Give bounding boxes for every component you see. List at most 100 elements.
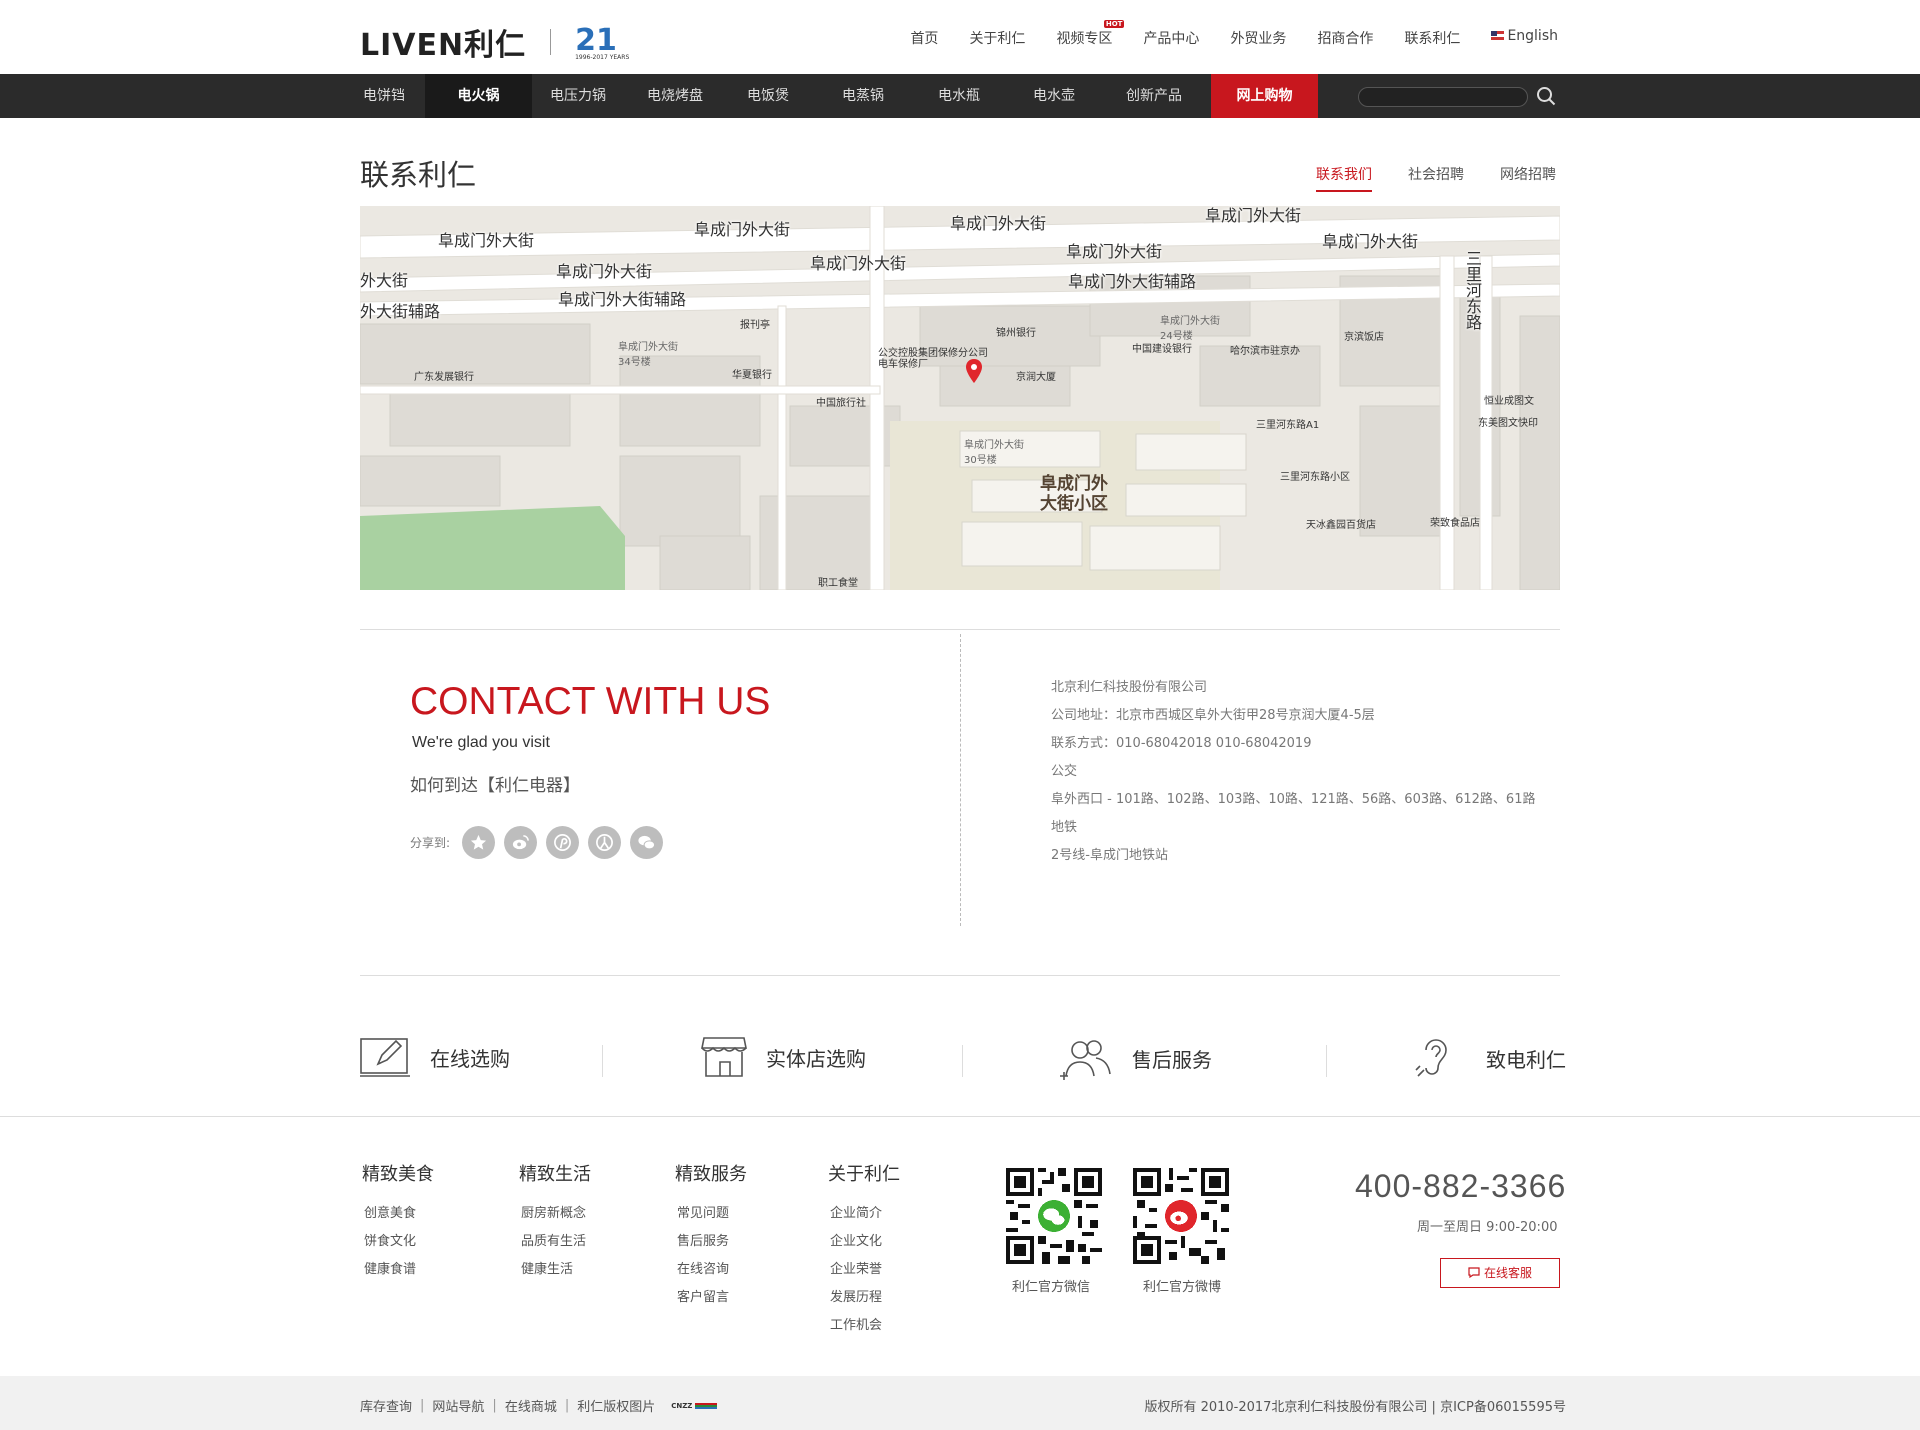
cat-item[interactable]: 电压力锅 bbox=[535, 74, 621, 118]
wechat-icon[interactable] bbox=[630, 826, 664, 859]
footer-link[interactable]: 健康食谱 bbox=[362, 1256, 434, 1284]
contact-info: 北京利仁科技股份有限公司 公司地址：北京市西城区阜外大街甲28号京润大厦4-5层… bbox=[1051, 674, 1535, 870]
service-call[interactable]: 致电利仁 bbox=[1414, 1036, 1566, 1080]
weibo-icon[interactable] bbox=[504, 826, 538, 859]
cat-item[interactable]: 电水壶 bbox=[1016, 74, 1092, 118]
renren-icon[interactable] bbox=[588, 826, 622, 859]
map-poi: 阜成门外大街34号楼 bbox=[618, 342, 678, 368]
company-name: 北京利仁科技股份有限公司 bbox=[1051, 680, 1208, 695]
subnav-online-recruit[interactable]: 网络招聘 bbox=[1500, 164, 1556, 184]
chat-icon bbox=[1468, 1267, 1480, 1279]
footer-link[interactable]: 饼食文化 bbox=[362, 1228, 434, 1256]
nav-business[interactable]: 招商合作 bbox=[1317, 28, 1373, 48]
service-store-buy[interactable]: 实体店选购 bbox=[700, 1036, 866, 1078]
footer-link[interactable]: 企业简介 bbox=[828, 1200, 900, 1228]
cat-item[interactable]: 电饭煲 bbox=[730, 74, 806, 118]
map-poi: 恒业成图文 bbox=[1484, 396, 1534, 407]
search-icon[interactable] bbox=[1536, 86, 1556, 106]
cnzz-badge[interactable]: CNZZ bbox=[671, 1401, 718, 1410]
footer-link[interactable]: 品质有生活 bbox=[519, 1228, 591, 1256]
map-road-label: 三里河东路 bbox=[1463, 250, 1482, 330]
cat-item-active[interactable]: 电火锅 bbox=[425, 74, 532, 118]
nav-video[interactable]: 视频专区 HOT bbox=[1056, 20, 1125, 48]
footer-link[interactable]: 企业荣誉 bbox=[828, 1256, 900, 1284]
copyright: 版权所有 2010-2017北京利仁科技股份有限公司 | 京ICP备060155… bbox=[1144, 1400, 1566, 1415]
anniversary-logo: 21 1996-2017 YEARS bbox=[575, 23, 629, 61]
cat-item[interactable]: 电饼铛 bbox=[346, 74, 422, 118]
logo-divider bbox=[550, 29, 552, 55]
nav-video-label: 视频专区 bbox=[1056, 31, 1113, 47]
map[interactable]: 阜成门外大街 阜成门外大街 阜成门外大街 阜成门外大街 阜成门外大街 阜成门外大… bbox=[360, 206, 1560, 590]
footer-col-food: 精致美食 创意美食 饼食文化 健康食谱 bbox=[362, 1160, 434, 1284]
bottom-link[interactable]: 网站导航 bbox=[432, 1396, 484, 1415]
company-address: 公司地址：北京市西城区阜外大街甲28号京润大厦4-5层 bbox=[1051, 708, 1375, 723]
divider bbox=[602, 1045, 603, 1077]
footer-link[interactable]: 企业文化 bbox=[828, 1228, 900, 1256]
anniversary-sub: 1996-2017 YEARS bbox=[575, 54, 630, 61]
service-aftersale[interactable]: 售后服务 bbox=[1058, 1036, 1212, 1080]
subnav-contact-us[interactable]: 联系我们 bbox=[1316, 164, 1372, 192]
hotline: 400-882-3366 bbox=[1355, 1168, 1567, 1204]
nav-home[interactable]: 首页 bbox=[910, 28, 938, 48]
map-poi: 天冰鑫园百货店 bbox=[1306, 520, 1376, 531]
map-poi: 中国建设银行 bbox=[1132, 344, 1192, 355]
anniversary-number: 21 bbox=[575, 23, 617, 58]
company-phone: 联系方式：010-68042018 010-68042019 bbox=[1051, 736, 1312, 751]
cat-item[interactable]: 电水瓶 bbox=[921, 74, 997, 118]
footer-link[interactable]: 在线咨询 bbox=[675, 1256, 747, 1284]
category-bar: 电饼铛 电火锅 电压力锅 电烧烤盘 电饭煲 电蒸锅 电水瓶 电水壶 创新产品 网… bbox=[0, 74, 1920, 118]
map-poi: 报刊亭 bbox=[740, 320, 770, 331]
star-icon[interactable] bbox=[462, 826, 496, 859]
shop-button[interactable]: 网上购物 bbox=[1211, 74, 1318, 118]
search-input[interactable] bbox=[1358, 87, 1528, 107]
nav-contact[interactable]: 联系利仁 bbox=[1404, 28, 1460, 48]
footer-link[interactable]: 发展历程 bbox=[828, 1284, 900, 1312]
map-poi: 中国旅行社 bbox=[816, 398, 866, 409]
pinterest-icon[interactable] bbox=[546, 826, 580, 859]
cnzz-label: CNZZ bbox=[671, 1401, 693, 1410]
bottom-link[interactable]: 库存查询 bbox=[360, 1396, 412, 1415]
nav-about[interactable]: 关于利仁 bbox=[969, 28, 1025, 48]
map-pin-icon[interactable] bbox=[964, 358, 984, 384]
cat-item[interactable]: 电烧烤盘 bbox=[630, 74, 720, 118]
page-title: 联系利仁 bbox=[360, 158, 477, 192]
subway-heading: 地铁 bbox=[1051, 820, 1078, 835]
bus-heading: 公交 bbox=[1051, 764, 1078, 779]
nav-english[interactable]: English bbox=[1491, 28, 1558, 48]
bottom-bar bbox=[0, 1376, 1920, 1430]
footer-link[interactable]: 创意美食 bbox=[362, 1200, 434, 1228]
service-online-buy[interactable]: 在线选购 bbox=[360, 1036, 510, 1078]
users-icon bbox=[1060, 1040, 1111, 1080]
nav-products[interactable]: 产品中心 bbox=[1143, 28, 1199, 48]
share-bar: 分享到: bbox=[410, 826, 664, 859]
logo[interactable]: LIVEN利仁 21 1996-2017 YEARS bbox=[360, 20, 629, 64]
divider bbox=[962, 1045, 963, 1077]
cat-item[interactable]: 电蒸锅 bbox=[825, 74, 901, 118]
bottom-link[interactable]: 在线商城 bbox=[505, 1396, 557, 1415]
separator: | bbox=[492, 1398, 497, 1413]
map-road-label: 外大街辅路 bbox=[360, 302, 441, 321]
online-service-button[interactable]: 在线客服 bbox=[1440, 1258, 1560, 1288]
footer-col-title: 精致服务 bbox=[675, 1164, 747, 1185]
footer-link[interactable]: 客户留言 bbox=[675, 1284, 747, 1312]
map-poi: 东美图文快印 bbox=[1478, 418, 1538, 429]
how-to-arrive: 如何到达【利仁电器】 bbox=[410, 776, 580, 796]
footer-link[interactable]: 厨房新概念 bbox=[519, 1200, 591, 1228]
footer-link[interactable]: 工作机会 bbox=[828, 1312, 900, 1340]
nav-trade[interactable]: 外贸业务 bbox=[1230, 28, 1286, 48]
online-service-label: 在线客服 bbox=[1483, 1266, 1532, 1280]
footer-link[interactable]: 常见问题 bbox=[675, 1200, 747, 1228]
divider bbox=[360, 629, 1560, 630]
page: LIVEN利仁 21 1996-2017 YEARS 首页 关于利仁 视频专区 H… bbox=[0, 0, 1920, 1430]
footer-link[interactable]: 售后服务 bbox=[675, 1228, 747, 1256]
bottom-link[interactable]: 利仁版权图片 bbox=[577, 1396, 655, 1415]
map-road-label: 阜成门外大街 bbox=[556, 262, 653, 281]
map-base bbox=[360, 206, 1560, 590]
footer-link[interactable]: 健康生活 bbox=[519, 1256, 591, 1284]
service-label: 在线选购 bbox=[430, 1046, 510, 1071]
map-poi: 京滨饭店 bbox=[1344, 332, 1384, 343]
cat-item[interactable]: 创新产品 bbox=[1114, 74, 1194, 118]
footer-col-title: 精致美食 bbox=[362, 1164, 434, 1185]
map-poi: 锦州银行 bbox=[996, 328, 1036, 339]
subnav-social-recruit[interactable]: 社会招聘 bbox=[1408, 164, 1464, 184]
